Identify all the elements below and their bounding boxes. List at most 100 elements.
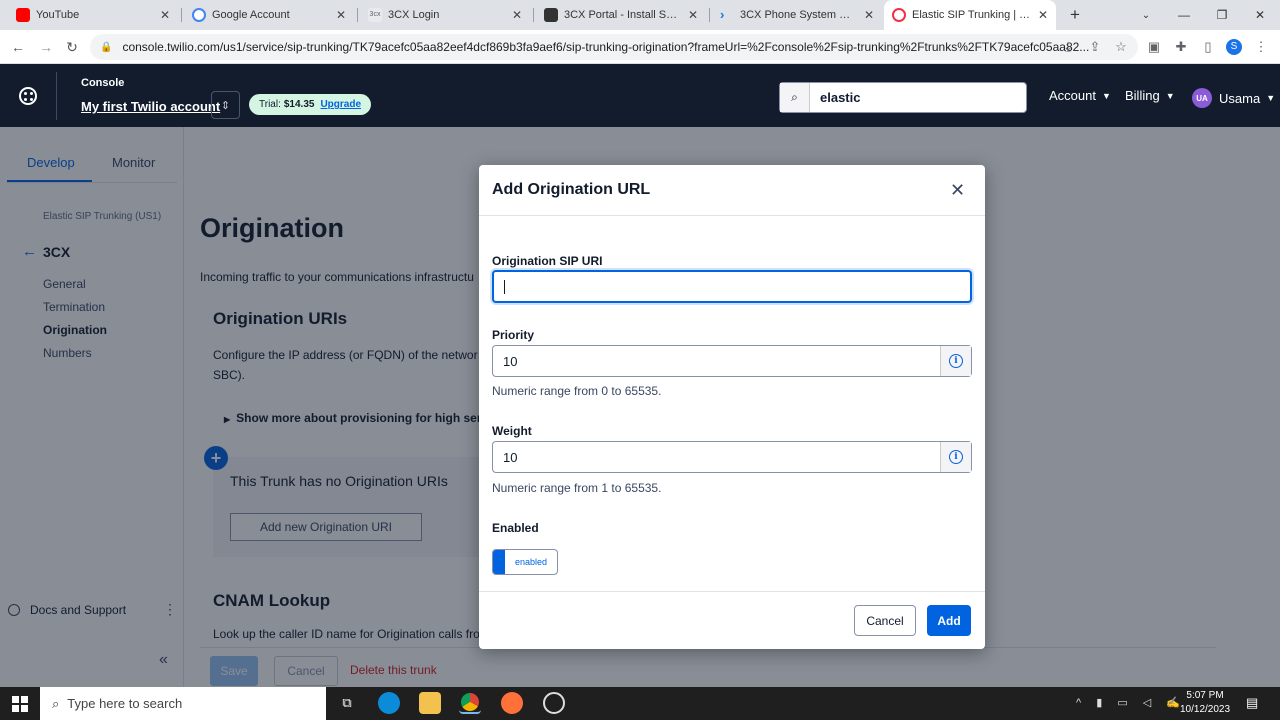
lock-icon: 🔒 <box>100 41 113 53</box>
notifications-icon[interactable]: ▤ <box>1246 695 1258 711</box>
trial-amount: $14.35 <box>283 99 315 110</box>
windows-start-icon[interactable] <box>12 696 28 712</box>
account-switcher-button[interactable]: ⇕ <box>211 91 240 119</box>
system-tray-icons[interactable]: ^ ▮ ▭ ◁ ✍ <box>1076 696 1186 709</box>
address-bar[interactable]: 🔒 console.twilio.com/us1/service/sip-tru… <box>90 34 1138 60</box>
weight-label: Weight <box>492 424 532 438</box>
toggle-label: enabled <box>514 557 548 567</box>
trial-label: Trial: <box>259 99 281 110</box>
user-menu[interactable]: UA Usama ▼ <box>1192 88 1275 108</box>
reload-icon[interactable]: ↻ <box>62 37 82 57</box>
url-text: console.twilio.com/us1/service/sip-trunk… <box>122 40 1090 54</box>
google-icon <box>192 8 206 22</box>
side-panel-icon[interactable]: ▯ <box>1200 39 1216 55</box>
origination-sip-uri-input[interactable] <box>492 270 972 303</box>
clock-time: 5:07 PM <box>1186 690 1224 701</box>
enabled-label: Enabled <box>492 521 539 535</box>
app-icon[interactable] <box>543 692 565 714</box>
add-button[interactable]: Add <box>927 605 971 636</box>
3cx-icon: 3cx <box>368 8 382 22</box>
minimize-button[interactable]: — <box>1165 0 1203 30</box>
bookmark-star-icon[interactable]: ☆ <box>1113 39 1129 55</box>
priority-value: 10 <box>503 353 518 369</box>
tab-google-account[interactable]: Google Account ✕ <box>184 0 354 30</box>
clock[interactable]: 5:07 PM 10/12/2023 <box>1180 689 1230 717</box>
weight-input[interactable]: 10 i <box>492 441 972 473</box>
enabled-toggle[interactable]: enabled <box>492 549 558 575</box>
billing-menu[interactable]: Billing ▼ <box>1125 88 1175 103</box>
maximize-button[interactable]: ❐ <box>1203 0 1241 30</box>
youtube-icon <box>16 8 30 22</box>
share-icon[interactable]: ⇪ <box>1087 39 1103 55</box>
file-explorer-icon[interactable] <box>419 692 441 714</box>
dialog-title: Add Origination URL <box>492 181 651 198</box>
close-tab-icon[interactable]: ✕ <box>864 8 874 22</box>
tab-youtube[interactable]: YouTube ✕ <box>8 0 178 30</box>
tab-3cx-phone-system[interactable]: › 3CX Phone System Manag ✕ <box>712 0 882 30</box>
tab-elastic-sip-trunking[interactable]: Elastic SIP Trunking | Twilio ✕ <box>884 0 1056 30</box>
twilio-logo-icon[interactable] <box>19 87 37 105</box>
info-icon[interactable]: i <box>940 346 971 376</box>
user-name: Usama <box>1219 90 1261 106</box>
extension-printer-icon[interactable]: ▣ <box>1146 39 1162 55</box>
forward-arrow-icon[interactable]: → <box>36 37 56 57</box>
firefox-icon[interactable] <box>501 692 523 714</box>
tab-3cx-login[interactable]: 3cx 3CX Login ✕ <box>360 0 530 30</box>
tab-title: 3CX Login <box>388 9 440 21</box>
weight-value: 10 <box>503 449 518 465</box>
tab-search-chevron-icon[interactable]: ⌄ <box>1127 0 1165 30</box>
tab-title: 3CX Phone System Manag <box>740 9 858 21</box>
close-window-button[interactable]: ✕ <box>1241 0 1279 30</box>
chevron-down-icon: ▼ <box>1101 90 1111 101</box>
task-view-icon[interactable]: ⧉ <box>336 692 358 714</box>
priority-label: Priority <box>492 328 535 342</box>
tab-title: Elastic SIP Trunking | Twilio <box>912 9 1032 21</box>
edge-icon[interactable] <box>378 692 400 714</box>
chrome-icon[interactable] <box>459 692 481 714</box>
sip-uri-label: Origination SIP URI <box>492 254 603 268</box>
browser-tab-bar: YouTube ✕ Google Account ✕ 3cx 3CX Login… <box>0 0 1280 30</box>
account-menu-label: Account <box>1049 88 1096 103</box>
profile-avatar-icon[interactable]: S <box>1226 39 1242 55</box>
windows-taskbar: ⌕ Type here to search ⧉ ^ ▮ ▭ ◁ ✍ 5:07 P… <box>0 687 1280 720</box>
chevron-down-icon: ▼ <box>1165 90 1175 101</box>
more-menu-icon[interactable]: ⋮ <box>1253 39 1269 55</box>
search-box[interactable]: ⌕ elastic <box>779 82 1027 113</box>
3cx-chevron-icon: › <box>720 7 725 22</box>
twilio-icon <box>892 8 906 22</box>
close-tab-icon[interactable]: ✕ <box>688 8 698 22</box>
priority-help-text: Numeric range from 0 to 65535. <box>492 384 662 398</box>
account-menu[interactable]: Account ▼ <box>1049 88 1111 103</box>
close-tab-icon[interactable]: ✕ <box>512 8 522 22</box>
back-arrow-icon[interactable]: ← <box>8 37 28 57</box>
search-icon: ⌕ <box>780 83 810 112</box>
info-icon[interactable]: i <box>940 442 971 472</box>
priority-input[interactable]: 10 i <box>492 345 972 377</box>
avatar: UA <box>1192 88 1212 108</box>
install-icon[interactable]: ⤓ <box>1060 39 1076 55</box>
close-tab-icon[interactable]: ✕ <box>160 8 170 22</box>
add-origination-url-dialog: Add Origination URL ✕ Origination SIP UR… <box>479 165 985 649</box>
text-caret <box>504 279 505 294</box>
3cx-portal-icon <box>544 8 558 22</box>
billing-menu-label: Billing <box>1125 88 1160 103</box>
tab-title: YouTube <box>36 9 80 21</box>
upgrade-link[interactable]: Upgrade <box>320 99 361 110</box>
browser-toolbar: ← → ↻ 🔒 console.twilio.com/us1/service/s… <box>0 30 1280 64</box>
close-tab-icon[interactable]: ✕ <box>336 8 346 22</box>
trial-badge: Trial: $14.35 Upgrade <box>249 94 372 115</box>
tab-3cx-portal[interactable]: 3CX Portal - Install System ✕ <box>536 0 706 30</box>
search-input[interactable]: elastic <box>810 90 860 105</box>
twilio-header: Console My first Twilio account ⇕ Trial:… <box>0 64 1280 127</box>
clock-date: 10/12/2023 <box>1180 704 1231 715</box>
chevron-down-icon: ▼ <box>1266 93 1276 103</box>
extensions-puzzle-icon[interactable]: ✚ <box>1173 39 1189 55</box>
close-icon[interactable]: ✕ <box>950 180 965 201</box>
close-tab-icon[interactable]: ✕ <box>1038 8 1048 22</box>
taskbar-search-box[interactable]: ⌕ Type here to search <box>40 687 326 720</box>
cancel-button[interactable]: Cancel <box>854 605 916 636</box>
account-name-link[interactable]: My first Twilio account <box>81 99 220 114</box>
tab-title: 3CX Portal - Install System <box>564 9 682 21</box>
new-tab-button[interactable]: + <box>1056 0 1094 30</box>
tab-title: Google Account <box>212 9 290 21</box>
